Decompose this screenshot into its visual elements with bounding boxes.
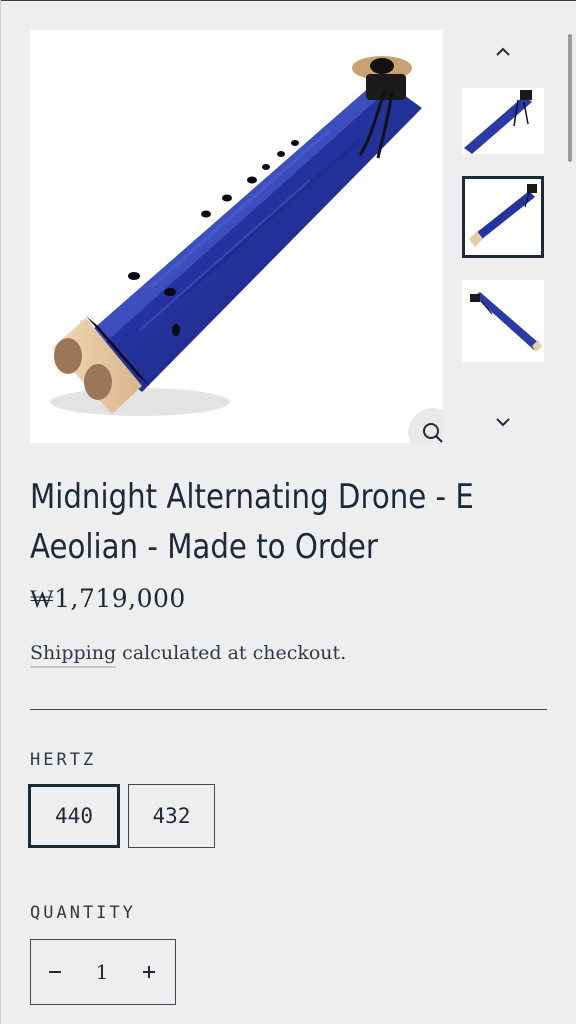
thumbnails-down-button[interactable] xyxy=(488,410,518,434)
thumbnail-2-image xyxy=(469,184,537,247)
thumbnail-2-selected[interactable] xyxy=(462,176,544,258)
top-border xyxy=(0,0,576,1)
main-product-image[interactable] xyxy=(30,30,443,443)
minus-icon xyxy=(49,971,61,973)
product-title: Midnight Alternating Drone - E Aeolian -… xyxy=(30,477,474,567)
hertz-label: HERTZ xyxy=(30,750,97,770)
hertz-option-432[interactable]: 432 xyxy=(128,784,215,848)
plus-icon xyxy=(143,966,155,978)
scrollbar-thumb[interactable] xyxy=(568,34,572,162)
thumbnail-3[interactable] xyxy=(462,280,544,362)
quantity-stepper xyxy=(30,939,176,1005)
quantity-decrease-button[interactable] xyxy=(31,940,79,1004)
thumbnails-up-button[interactable] xyxy=(488,40,518,64)
shipping-note-text: calculated at checkout. xyxy=(116,642,347,664)
quantity-increase-button[interactable] xyxy=(125,940,173,1004)
product-page: Midnight Alternating Drone - E Aeolian -… xyxy=(0,0,576,1024)
hertz-option-440[interactable]: 440 xyxy=(28,784,120,848)
chevron-up-icon xyxy=(496,47,510,56)
chevron-down-icon xyxy=(496,418,510,427)
section-divider xyxy=(30,709,547,710)
magnifier-icon xyxy=(423,423,443,443)
shipping-note: Shipping calculated at checkout. xyxy=(30,642,347,668)
thumbnail-1-image xyxy=(464,90,532,154)
shipping-link[interactable]: Shipping xyxy=(30,642,117,668)
left-border xyxy=(0,0,1,1024)
thumbnail-3-image xyxy=(470,292,542,352)
flute-illustration xyxy=(50,56,422,416)
thumbnail-1[interactable] xyxy=(462,88,544,154)
product-price: ₩1,719,000 xyxy=(30,584,186,613)
quantity-input[interactable] xyxy=(79,942,125,1002)
quantity-label: QUANTITY xyxy=(30,903,136,923)
